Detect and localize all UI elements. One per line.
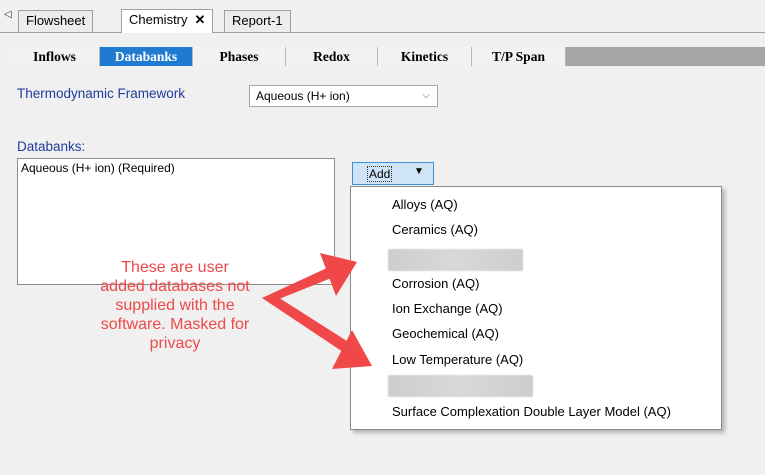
document-tab-bar: ◁ Flowsheet Chemistry ✕ Report-1	[0, 0, 765, 34]
thermodynamic-framework-label: Thermodynamic Framework	[17, 86, 186, 101]
tab-report-1[interactable]: Report-1	[224, 10, 291, 32]
menu-item-alloys[interactable]: Alloys (AQ)	[392, 194, 458, 216]
add-button-label: Add	[367, 166, 393, 182]
tab-label: Flowsheet	[26, 13, 86, 28]
menu-item-corrosion[interactable]: Corrosion (AQ)	[392, 273, 479, 295]
menu-item-masked[interactable]	[388, 375, 533, 397]
thermodynamic-framework-select[interactable]: Aqueous (H+ ion) ⌵	[249, 85, 438, 107]
annotation-line: supplied with the	[115, 297, 235, 314]
tab-scroll-left-icon[interactable]: ◁	[4, 9, 12, 20]
menu-item-ion-exchange[interactable]: Ion Exchange (AQ)	[392, 298, 503, 320]
tab-inflows[interactable]: Inflows	[10, 47, 100, 66]
close-icon[interactable]: ✕	[195, 12, 206, 27]
annotation-line: privacy	[149, 335, 201, 352]
chevron-down-icon: ⌵	[422, 90, 430, 101]
tab-databanks[interactable]: Databanks	[100, 47, 193, 66]
list-item[interactable]: Aqueous (H+ ion) (Required)	[21, 161, 331, 175]
caret-down-icon[interactable]: ▼	[414, 166, 424, 177]
annotation-line: software. Masked for	[100, 316, 250, 333]
chemistry-tab-strip: Inflows Databanks Phases Redox Kinetics …	[10, 47, 765, 66]
tab-label: Report-1	[232, 13, 283, 28]
add-databank-button[interactable]: Add ▼	[352, 162, 434, 185]
menu-item-masked[interactable]	[388, 249, 523, 271]
tab-redox[interactable]: Redox	[286, 47, 378, 66]
menu-item-low-temperature[interactable]: Low Temperature (AQ)	[392, 349, 523, 371]
annotation-note: These are user added databases not suppl…	[70, 258, 280, 353]
framework-selected-value: Aqueous (H+ ion)	[256, 89, 350, 103]
menu-item-ceramics[interactable]: Ceramics (AQ)	[392, 219, 478, 241]
databanks-label: Databanks:	[17, 139, 86, 154]
add-databank-menu: Alloys (AQ) Ceramics (AQ) Corrosion (AQ)…	[350, 186, 722, 430]
tab-flowsheet[interactable]: Flowsheet	[18, 10, 94, 32]
menu-item-geochemical[interactable]: Geochemical (AQ)	[392, 323, 499, 345]
menu-item-surface-complexation[interactable]: Surface Complexation Double Layer Model …	[392, 401, 671, 423]
annotation-line: These are user	[121, 259, 229, 276]
tab-chemistry[interactable]: Chemistry ✕	[121, 9, 214, 33]
tab-phases[interactable]: Phases	[193, 47, 286, 66]
tab-divider	[0, 32, 765, 33]
tab-kinetics[interactable]: Kinetics	[378, 47, 472, 66]
tab-label: Chemistry	[129, 12, 188, 27]
tab-tp-span[interactable]: T/P Span	[472, 47, 566, 66]
annotation-line: added databases not	[100, 278, 250, 295]
